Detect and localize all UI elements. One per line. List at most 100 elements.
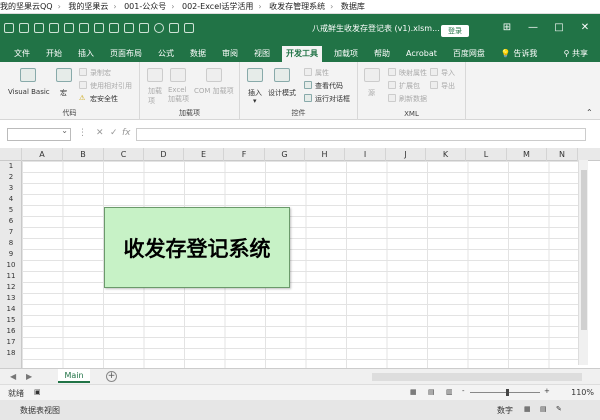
row-header[interactable]: 1 — [0, 161, 22, 172]
crumb-item[interactable]: 我的坚果云QQ — [0, 2, 53, 11]
xml-source-button[interactable]: 源 — [368, 88, 375, 98]
table-icon[interactable] — [64, 23, 74, 33]
excel-addins-button[interactable]: Excel 加载项 — [168, 86, 192, 104]
page-layout-view-icon[interactable]: ▤ — [428, 388, 435, 396]
page-break-view-icon[interactable]: ▥ — [446, 388, 453, 396]
visual-basic-button[interactable]: Visual Basic — [8, 88, 50, 96]
row-header[interactable]: 5 — [0, 205, 22, 216]
redo-icon[interactable] — [34, 23, 44, 33]
tab-baidu-pan[interactable]: 百度网盘 — [449, 46, 489, 62]
export-button[interactable]: 导出 — [441, 81, 455, 91]
column-header[interactable]: L — [466, 148, 507, 161]
column-header[interactable]: N — [547, 148, 578, 161]
ribbon-display-icon[interactable]: ⊞ — [496, 19, 518, 37]
share-button[interactable]: ⚲ 共享 — [560, 46, 592, 62]
column-header[interactable]: K — [426, 148, 466, 161]
properties-button[interactable]: 属性 — [315, 68, 329, 78]
view-code-button[interactable]: 查看代码 — [315, 81, 343, 91]
login-button[interactable]: 登录 — [441, 25, 469, 37]
insert-function-icon[interactable]: fx — [122, 128, 131, 138]
cancel-icon[interactable]: ✕ — [96, 128, 104, 138]
design-view-icon[interactable]: ✎ — [556, 405, 562, 413]
map-properties-button[interactable]: 映射属性 — [399, 68, 427, 78]
row-header[interactable]: 13 — [0, 293, 22, 304]
tab-formulas[interactable]: 公式 — [154, 46, 178, 62]
collapse-ribbon-icon[interactable]: ⌃ — [586, 108, 593, 117]
formula-input[interactable] — [136, 128, 586, 141]
customize-icon[interactable] — [184, 23, 194, 33]
row-header[interactable]: 18 — [0, 348, 22, 359]
addins-button[interactable]: 加载项 — [148, 86, 162, 106]
crumb-item[interactable]: 我的坚果云 — [68, 2, 108, 11]
macro-security-button[interactable]: 宏安全性 — [90, 94, 118, 104]
tab-addins[interactable]: 加载项 — [330, 46, 362, 62]
row-header[interactable]: 9 — [0, 249, 22, 260]
column-header[interactable]: C — [104, 148, 144, 161]
image-icon[interactable] — [139, 23, 149, 33]
enter-icon[interactable]: ✓ — [110, 128, 118, 138]
record-macro-button[interactable]: 录制宏 — [90, 68, 111, 78]
accessibility-icon[interactable]: ▣ — [34, 388, 41, 396]
tab-page-layout[interactable]: 页面布局 — [106, 46, 146, 62]
zoom-level[interactable]: 110% — [571, 388, 594, 397]
prev-sheet-icon[interactable]: ◀ — [10, 372, 16, 381]
datasheet-view-icon[interactable]: ▦ — [524, 405, 531, 413]
com-addins-button[interactable]: COM 加载项 — [194, 86, 234, 96]
chart-icon[interactable] — [124, 23, 134, 33]
row-header[interactable]: 11 — [0, 271, 22, 282]
tab-data[interactable]: 数据 — [186, 46, 210, 62]
more-options-icon[interactable]: ⋮ — [78, 128, 87, 138]
next-sheet-icon[interactable]: ▶ — [26, 372, 32, 381]
save-icon[interactable] — [4, 23, 14, 33]
circle-icon[interactable] — [154, 23, 164, 33]
import-button[interactable]: 导入 — [441, 68, 455, 78]
relative-ref-button[interactable]: 使用相对引用 — [90, 81, 132, 91]
crumb-item[interactable]: 002-Excel话学活用 — [182, 2, 253, 11]
minimize-button[interactable]: — — [522, 19, 544, 37]
column-header[interactable]: J — [386, 148, 426, 161]
column-header[interactable]: I — [345, 148, 386, 161]
form-icon[interactable] — [49, 23, 59, 33]
grid-icon[interactable] — [169, 23, 179, 33]
select-all-corner[interactable] — [0, 148, 22, 161]
zoom-in-button[interactable]: + — [544, 387, 550, 395]
column-header[interactable]: D — [144, 148, 184, 161]
row-header[interactable]: 14 — [0, 304, 22, 315]
zoom-slider[interactable] — [470, 389, 540, 396]
restore-button[interactable]: □ — [548, 19, 570, 37]
undo-icon[interactable] — [19, 23, 29, 33]
row-header[interactable]: 10 — [0, 260, 22, 271]
row-header[interactable]: 17 — [0, 337, 22, 348]
crumb-item[interactable]: 收发存管理系统 — [269, 2, 325, 11]
column-header[interactable]: B — [63, 148, 104, 161]
sheet-tab-main[interactable]: Main — [58, 369, 90, 383]
normal-view-icon[interactable]: ▦ — [410, 388, 417, 396]
macros-button[interactable]: 宏 — [60, 88, 67, 98]
design-mode-button[interactable]: 设计模式 — [268, 88, 296, 98]
vertical-scrollbar[interactable] — [578, 160, 588, 365]
row-header[interactable]: 4 — [0, 194, 22, 205]
tab-home[interactable]: 开始 — [42, 46, 66, 62]
column-header[interactable]: M — [507, 148, 547, 161]
tab-help[interactable]: 帮助 — [370, 46, 394, 62]
tab-acrobat[interactable]: Acrobat — [402, 46, 441, 62]
crumb-item[interactable]: 数据库 — [341, 2, 365, 11]
tab-review[interactable]: 审阅 — [218, 46, 242, 62]
close-button[interactable]: ✕ — [574, 19, 596, 37]
column-header[interactable]: E — [184, 148, 224, 161]
tell-me-search[interactable]: 💡 告诉我 — [497, 46, 542, 62]
column-header[interactable]: H — [305, 148, 345, 161]
row-header[interactable]: 15 — [0, 315, 22, 326]
run-dialog-button[interactable]: 运行对话框 — [315, 94, 350, 104]
column-header[interactable]: A — [22, 148, 63, 161]
tab-view[interactable]: 视图 — [250, 46, 274, 62]
column-header[interactable]: F — [224, 148, 265, 161]
tab-insert[interactable]: 插入 — [74, 46, 98, 62]
column-header[interactable]: G — [265, 148, 305, 161]
row-header[interactable]: 16 — [0, 326, 22, 337]
horizontal-scrollbar[interactable] — [372, 373, 582, 381]
refresh-data-button[interactable]: 刷新数据 — [399, 94, 427, 104]
row-header[interactable]: 7 — [0, 227, 22, 238]
expansion-packs-button[interactable]: 扩展包 — [399, 81, 420, 91]
row-header[interactable]: 3 — [0, 183, 22, 194]
